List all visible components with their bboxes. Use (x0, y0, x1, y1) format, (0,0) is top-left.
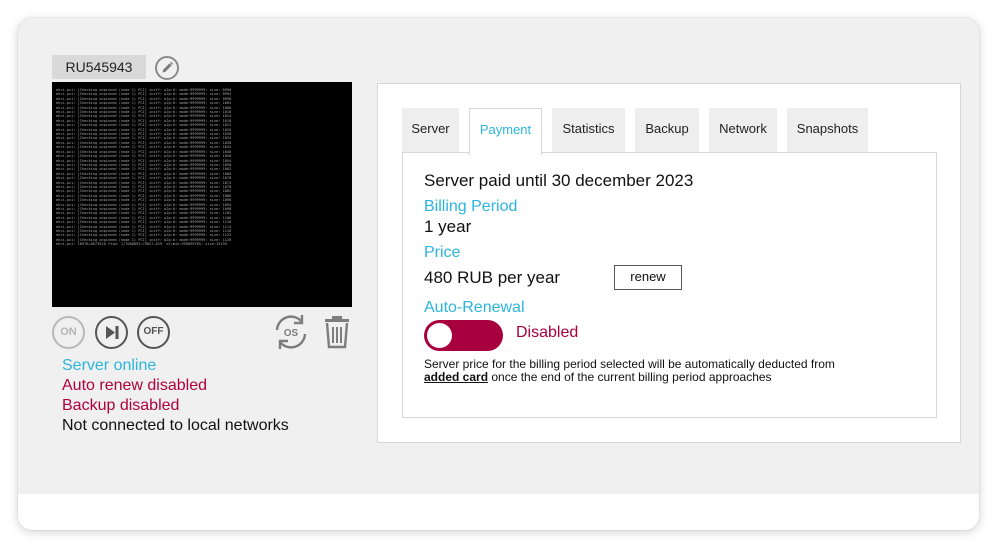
paid-until-text: Server paid until 30 december 2023 (424, 171, 694, 190)
play-next-icon (106, 326, 119, 339)
billing-period-label: Billing Period (424, 198, 518, 215)
auto-renewal-label: Auto-Renewal (424, 299, 525, 316)
tab-statistics[interactable]: Statistics (552, 108, 625, 154)
console-line: ehci-pci: 1897B+6073910 ftim: 1/7000093:… (56, 242, 227, 247)
auto-renewal-toggle[interactable] (424, 320, 503, 351)
server-id-label: RU545943 (52, 55, 146, 79)
power-on-button[interactable]: ON (52, 316, 85, 349)
toggle-knob (427, 323, 452, 348)
price-value: 480 RUB per year (424, 268, 561, 287)
pencil-icon (162, 61, 174, 73)
reboot-button[interactable] (95, 316, 128, 349)
reinstall-os-icon: OS (275, 315, 307, 349)
added-card-link[interactable]: added card (424, 370, 488, 384)
tab-snapshots[interactable]: Snapshots (787, 108, 868, 154)
server-card: RU545943 ehci-pci: [Checking unpinned (n… (18, 18, 979, 530)
price-label: Price (424, 244, 461, 261)
power-off-button[interactable]: OFF (137, 316, 170, 349)
power-off-label: OFF (143, 326, 164, 337)
tab-server[interactable]: Server (402, 108, 459, 154)
footer-strip (18, 494, 979, 530)
renew-button[interactable]: renew (614, 265, 682, 290)
edit-name-button[interactable] (155, 56, 179, 80)
note-text-end: once the end of the current billing peri… (488, 370, 772, 384)
status-network: Not connected to local networks (62, 417, 289, 434)
auto-renewal-note: Server price for the billing period sele… (424, 358, 844, 384)
reinstall-os-button[interactable]: OS (271, 312, 311, 352)
billing-period-value: 1 year (424, 217, 472, 236)
status-backup: Backup disabled (62, 397, 180, 414)
delete-server-button[interactable] (322, 314, 352, 350)
os-label: OS (284, 328, 299, 339)
tab-network[interactable]: Network (709, 108, 777, 154)
payment-content: Server paid until 30 december 2023 Billi… (402, 152, 937, 418)
status-auto-renew: Auto renew disabled (62, 377, 207, 394)
trash-icon (325, 316, 349, 349)
details-panel: Server Payment Statistics Backup Network… (377, 83, 961, 443)
status-online: Server online (62, 357, 157, 374)
tab-payment[interactable]: Payment (469, 108, 542, 155)
console-screen[interactable]: ehci-pci: [Checking unpinned (node 1) PC… (52, 82, 352, 307)
power-on-label: ON (60, 326, 77, 338)
auto-renewal-state: Disabled (516, 324, 579, 341)
tab-backup[interactable]: Backup (635, 108, 699, 154)
note-text-start: Server price for the billing period sele… (424, 357, 835, 371)
